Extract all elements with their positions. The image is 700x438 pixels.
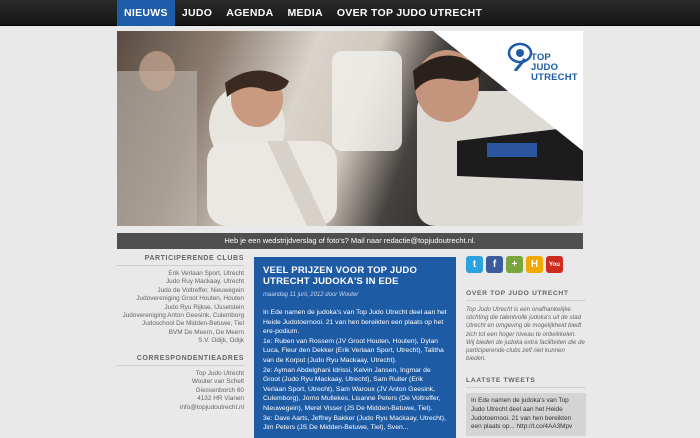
facebook-icon[interactable]: f [486, 256, 503, 273]
logo-text: TOP JUDO UTRECHT [531, 53, 578, 83]
club-link[interactable]: Judoschool De Midden-Betuwe, Tiel [117, 320, 244, 328]
featured-article: VEEL PRIJZEN VOOR TOP JUDO UTRECHT JUDOK… [254, 257, 456, 438]
article-paragraph: 2e: Ayman Abdelghani Idrissi, Kelvin Jan… [263, 366, 441, 412]
club-link[interactable]: BVM De Meern, De Meern [117, 329, 244, 337]
contact-line: Giessenborch 60 [195, 386, 244, 394]
social-icons: t f + H You [466, 256, 586, 273]
article-title[interactable]: VEEL PRIJZEN VOOR TOP JUDO UTRECHT JUDOK… [263, 265, 447, 287]
top-navigation-bar: NIEUWS JUDO AGENDA MEDIA OVER TOP JUDO U… [0, 0, 700, 26]
right-sidebar: t f + H You OVER TOP JUDO UTRECHT Top Ju… [466, 256, 586, 436]
article-meta: maandag 11 juni, 2012 door Wouter [263, 292, 359, 298]
submit-report-notice[interactable]: Heb je een wedstrijdverslag of foto's? M… [117, 233, 583, 249]
nav-item-media[interactable]: MEDIA [281, 0, 330, 26]
main-nav: NIEUWS JUDO AGENDA MEDIA OVER TOP JUDO U… [117, 0, 489, 26]
club-link[interactable]: Judo de Voltreffer, Nieuwegein [117, 287, 244, 295]
article-body: In Ede namen de judoka's van Top Judo Ut… [263, 308, 447, 433]
contact-line: Top Judo Utrecht [195, 369, 244, 377]
nav-item-agenda[interactable]: AGENDA [219, 0, 280, 26]
club-link[interactable]: Judo Ryu Rijkse, IJsselstein [117, 304, 244, 312]
google-plus-icon[interactable]: + [506, 256, 523, 273]
clubs-title: PARTICIPERENDE CLUBS [117, 255, 244, 266]
club-link[interactable]: Judovereniging Groot Houten, Houten [117, 295, 244, 303]
contact-title: CORRESPONDENTIEADRES [117, 355, 244, 366]
left-sidebar: PARTICIPERENDE CLUBS Erik Verlaan Sport,… [117, 255, 244, 413]
latest-tweet[interactable]: In Ede namen de judoka's van Top Judo Ut… [466, 393, 586, 436]
tweets-title: LAATSTE TWEETS [466, 377, 586, 389]
club-link[interactable]: Erik Verlaan Sport, Utrecht [117, 270, 244, 278]
club-link[interactable]: Judovereniging Anton Geesink, Culemborg [117, 312, 245, 320]
article-paragraph: 1e: Ruben van Rossem (JV Groot Houten, H… [263, 337, 444, 364]
contact-line: 4132 HR Vianen [197, 395, 244, 403]
hyves-icon[interactable]: H [526, 256, 543, 273]
nav-item-judo[interactable]: JUDO [175, 0, 219, 26]
about-text: Top Judo Utrecht is een onafhankelijke s… [466, 306, 585, 363]
contact-line: Wouter van Schelt [191, 378, 244, 386]
contact-email-link[interactable]: info@topjudoutrecht.nl [117, 404, 244, 413]
nav-item-over[interactable]: OVER TOP JUDO UTRECHT [330, 0, 489, 26]
twitter-icon[interactable]: t [466, 256, 483, 273]
article-paragraph: In Ede namen de judoka's van Top Judo Ut… [263, 309, 447, 336]
club-link[interactable]: S.V. Odijk, Odijk [117, 337, 244, 345]
nav-item-nieuws[interactable]: NIEUWS [117, 0, 175, 26]
club-link[interactable]: Judo Ruy Mackaay, Utrecht [117, 278, 244, 286]
logo-line-utrecht: UTRECHT [531, 72, 578, 83]
hero-photo: TOP JUDO UTRECHT [117, 31, 583, 226]
article-paragraph: 3e: Dave Aarts, Jeffrey Bakker (Judo Ryu… [263, 414, 446, 432]
about-title: OVER TOP JUDO UTRECHT [466, 290, 586, 301]
youtube-icon[interactable]: You [546, 256, 563, 273]
site-logo[interactable]: TOP JUDO UTRECHT [505, 37, 578, 93]
